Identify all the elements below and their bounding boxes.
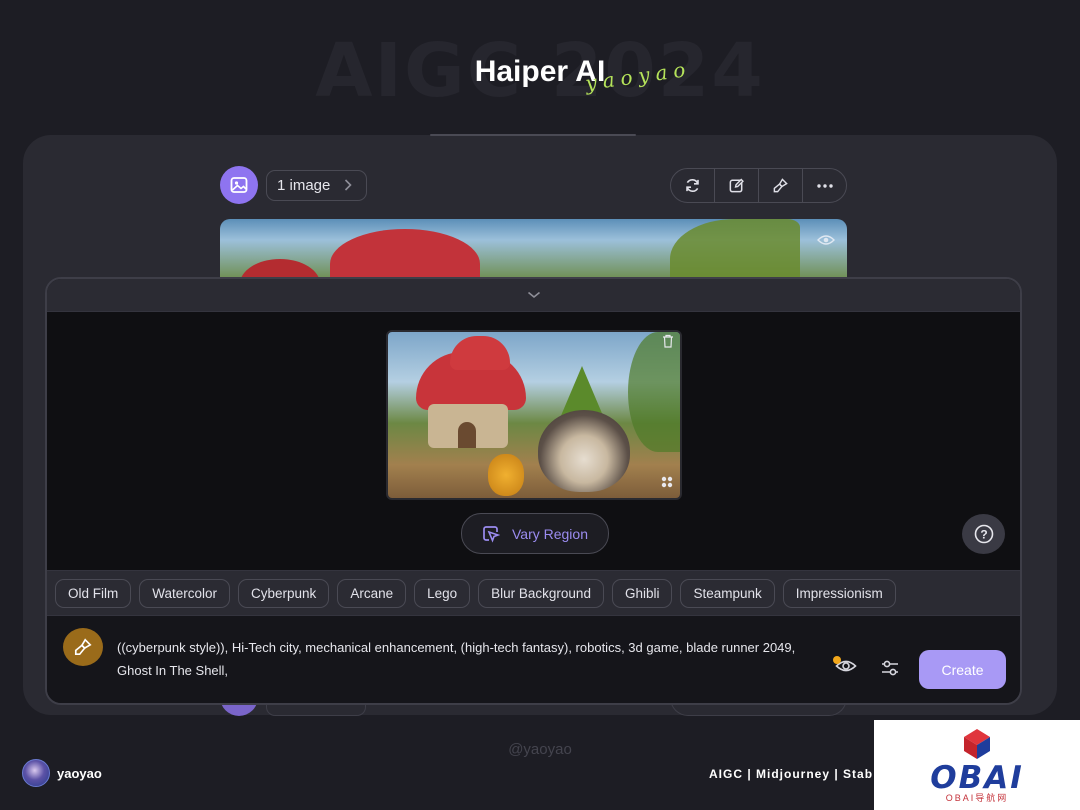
vary-region-label: Vary Region — [511, 525, 588, 542]
edit-button[interactable] — [715, 169, 759, 202]
prompt-box: ((cyberpunk style)), Hi-Tech city, mecha… — [47, 616, 1020, 703]
settings-button[interactable] — [880, 659, 900, 682]
sliders-icon — [882, 660, 898, 676]
obai-logo: OBAI OBAI导航网 — [874, 720, 1080, 810]
logo-subtitle: OBAI导航网 — [945, 793, 1009, 803]
create-button[interactable]: Create — [919, 650, 1006, 689]
image-content — [458, 422, 476, 448]
page-title: Haiper AI — [474, 55, 606, 88]
topic-tags: AIGC | Midjourney | Stab — [709, 767, 874, 781]
prompt-line: ((cyberpunk style)), Hi-Tech city, mecha… — [117, 640, 796, 655]
style-chip-cyberpunk[interactable]: Cyberpunk — [238, 578, 330, 608]
refresh-icon — [686, 179, 699, 192]
brush-button[interactable] — [759, 169, 803, 202]
image-count-label: 1 image — [277, 177, 331, 194]
trash-icon[interactable] — [662, 334, 674, 353]
source-image-thumbnail[interactable] — [386, 330, 682, 500]
eye-icon[interactable] — [817, 233, 835, 251]
style-chip-steampunk[interactable]: Steampunk — [680, 578, 775, 608]
style-chip-arcane[interactable]: Arcane — [337, 578, 407, 608]
style-chip-old-film[interactable]: Old Film — [55, 578, 132, 608]
chevron-down-icon — [527, 291, 540, 299]
brush-icon — [74, 638, 92, 656]
svg-text:?: ? — [980, 528, 987, 542]
image-icon — [230, 177, 248, 193]
vary-region-modal: Vary Region ? Old Film Watercolor Cyberp… — [45, 277, 1022, 705]
avatar — [22, 759, 50, 787]
vary-region-icon — [483, 525, 500, 543]
image-content — [330, 229, 480, 279]
preview-area: Vary Region ? — [47, 312, 1020, 570]
image-toolbar — [670, 168, 847, 203]
more-button[interactable] — [803, 169, 846, 202]
image-content — [670, 219, 800, 279]
divider — [430, 134, 636, 136]
image-count-button[interactable]: 1 image — [266, 170, 368, 201]
image-content — [538, 410, 630, 492]
prompt-line: Ghost In The Shell, — [117, 663, 229, 678]
collapse-handle[interactable] — [47, 279, 1020, 312]
username: yaoyao — [57, 766, 102, 781]
refresh-button[interactable] — [671, 169, 715, 202]
style-chip-lego[interactable]: Lego — [414, 578, 471, 608]
style-chip-blur-background[interactable]: Blur Background — [478, 578, 604, 608]
cube-logo-icon — [964, 729, 990, 759]
help-icon: ? — [974, 524, 993, 544]
help-button[interactable]: ? — [962, 514, 1005, 554]
style-chip-impressionism[interactable]: Impressionism — [782, 578, 896, 608]
image-content — [450, 336, 510, 370]
notification-dot — [833, 656, 841, 664]
image-type-button[interactable] — [220, 166, 258, 204]
chevron-right-icon — [344, 178, 353, 194]
vary-region-button[interactable]: Vary Region — [461, 513, 609, 554]
brush-icon — [773, 178, 788, 193]
brush-mode-button[interactable] — [63, 628, 103, 666]
grid-dots-icon[interactable] — [660, 475, 674, 494]
generated-image-preview[interactable] — [220, 219, 847, 279]
style-chip-ghibli[interactable]: Ghibli — [611, 578, 673, 608]
image-content — [240, 259, 320, 279]
style-presets: Old Film Watercolor Cyberpunk Arcane Leg… — [47, 570, 1020, 616]
more-icon — [816, 183, 833, 188]
image-content — [488, 454, 524, 496]
style-chip-watercolor[interactable]: Watercolor — [139, 578, 231, 608]
prompt-input[interactable]: ((cyberpunk style)), Hi-Tech city, mecha… — [117, 636, 847, 682]
edit-icon — [729, 178, 744, 193]
